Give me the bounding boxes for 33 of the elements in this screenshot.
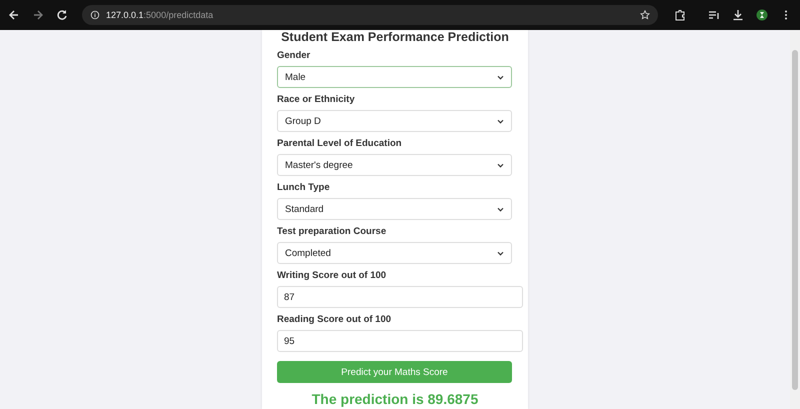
- download-icon[interactable]: [732, 9, 744, 21]
- select-field[interactable]: Completed: [277, 242, 512, 264]
- chevron-down-icon: [497, 74, 504, 80]
- prediction-result: The prediction is 89.6875: [310, 391, 480, 407]
- field-label: Parental Level of Education: [277, 138, 403, 150]
- select-field[interactable]: Group D: [277, 110, 512, 132]
- select-field[interactable]: Male: [277, 66, 512, 88]
- chevron-down-icon: [497, 206, 504, 212]
- profile-icon[interactable]: [756, 9, 768, 21]
- forward-icon[interactable]: [32, 9, 44, 21]
- field-label: Lunch Type: [277, 182, 331, 194]
- chevron-down-icon: [497, 250, 504, 256]
- address-bar[interactable]: 127.0.0.1:5000/predictdata: [82, 5, 658, 25]
- scrollbar[interactable]: [790, 30, 800, 409]
- field-label: Writing Score out of 100: [277, 270, 388, 282]
- field-label: Race or Ethnicity: [277, 94, 356, 106]
- star-icon[interactable]: [640, 10, 650, 20]
- select-field[interactable]: Master's degree: [277, 154, 512, 176]
- form-title: Student Exam Performance Prediction: [280, 30, 510, 46]
- media-icon[interactable]: [708, 9, 720, 21]
- field-label: Test preparation Course: [277, 226, 388, 238]
- puzzle-icon[interactable]: [674, 9, 686, 21]
- info-icon[interactable]: [90, 10, 100, 20]
- field-label: Gender: [277, 50, 312, 62]
- input-field[interactable]: 95: [277, 330, 523, 352]
- select-field[interactable]: Standard: [277, 198, 512, 220]
- chevron-down-icon: [497, 162, 504, 168]
- reload-icon[interactable]: [56, 9, 68, 21]
- back-icon[interactable]: [8, 9, 20, 21]
- url-text: 127.0.0.1:5000/predictdata: [106, 10, 214, 20]
- field-label: Reading Score out of 100: [277, 314, 392, 326]
- input-field[interactable]: 87: [277, 286, 523, 308]
- chevron-down-icon: [497, 118, 504, 124]
